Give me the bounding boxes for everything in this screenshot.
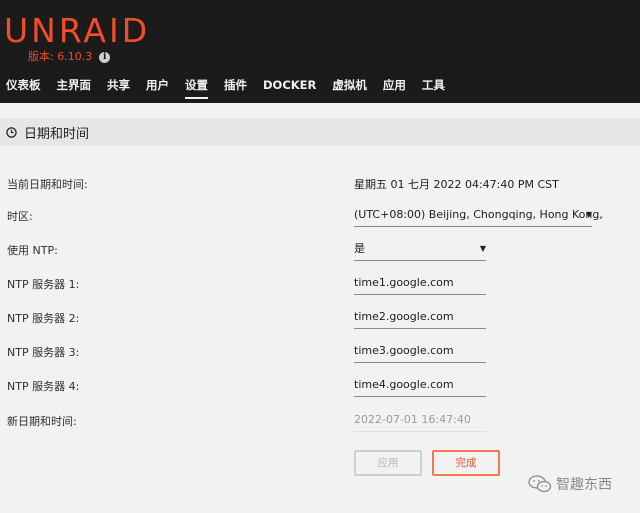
row-timezone: 时区: (UTC+08:00) Beijing, Chongqing, Hong… (0, 205, 640, 227)
clock-icon (6, 126, 17, 138)
ntp-server-2-label: NTP 服务器 2: (7, 312, 80, 325)
current-datetime-value: 星期五 01 七月 2022 04:47:40 PM CST (354, 178, 559, 191)
top-header: UNRAID 版本: 6.10.3 i 仪表板 主界面 共享 用户 设置 插件 … (0, 0, 640, 103)
version-label: 版本: 6.10.3 i (28, 50, 111, 64)
use-ntp-selected-value: 是 (354, 242, 365, 255)
wechat-icon (528, 475, 552, 493)
ntp-server-1-label: NTP 服务器 1: (7, 278, 80, 291)
watermark: 智趣东西 (528, 474, 612, 494)
ntp-server-3-input[interactable]: time3.google.com (354, 341, 486, 363)
use-ntp-select[interactable]: 是 ▼ (354, 239, 486, 261)
new-datetime-label: 新日期和时间: (7, 415, 77, 428)
timezone-label: 时区: (7, 210, 33, 223)
nav-main[interactable]: 主界面 (57, 77, 92, 99)
info-icon[interactable]: i (99, 51, 111, 63)
nav-plugins[interactable]: 插件 (224, 77, 247, 99)
row-ntp-server-3: NTP 服务器 3: time3.google.com (0, 341, 640, 363)
row-ntp-server-4: NTP 服务器 4: time4.google.com (0, 375, 640, 397)
row-use-ntp: 使用 NTP: 是 ▼ (0, 239, 640, 261)
apply-button: 应用 (354, 450, 422, 476)
row-new-datetime: 新日期和时间: 2022-07-01 16:47:40 (0, 410, 640, 432)
done-button[interactable]: 完成 (432, 450, 500, 476)
ntp-server-4-label: NTP 服务器 4: (7, 380, 80, 393)
timezone-selected-value: (UTC+08:00) Beijing, Chongqing, Hong Kon… (354, 208, 603, 221)
row-ntp-server-1: NTP 服务器 1: time1.google.com (0, 273, 640, 295)
row-ntp-server-2: NTP 服务器 2: time2.google.com (0, 307, 640, 329)
dropdown-caret-icon: ▼ (585, 210, 592, 219)
timezone-select[interactable]: (UTC+08:00) Beijing, Chongqing, Hong Kon… (354, 205, 603, 227)
nav-dashboard[interactable]: 仪表板 (6, 77, 41, 99)
watermark-text: 智趣东西 (556, 477, 612, 493)
page-title: 日期和时间 (24, 126, 90, 142)
ntp-server-2-input[interactable]: time2.google.com (354, 307, 486, 329)
dropdown-caret-icon: ▼ (479, 244, 486, 253)
nav-settings[interactable]: 设置 (185, 77, 208, 99)
current-datetime-label: 当前日期和时间: (7, 178, 88, 191)
section-header: 日期和时间 (0, 118, 640, 146)
nav-docker[interactable]: DOCKER (263, 77, 316, 99)
use-ntp-label: 使用 NTP: (7, 244, 58, 257)
ntp-server-4-input[interactable]: time4.google.com (354, 375, 486, 397)
new-datetime-input: 2022-07-01 16:47:40 (354, 410, 486, 432)
main-nav: 仪表板 主界面 共享 用户 设置 插件 DOCKER 虚拟机 应用 工具 (0, 77, 461, 99)
unraid-logo[interactable]: UNRAID (4, 11, 150, 51)
nav-users[interactable]: 用户 (146, 77, 169, 99)
ntp-server-1-input[interactable]: time1.google.com (354, 273, 486, 295)
row-current-datetime: 当前日期和时间: 星期五 01 七月 2022 04:47:40 PM CST (0, 173, 640, 195)
nav-vms[interactable]: 虚拟机 (332, 77, 367, 99)
nav-tools[interactable]: 工具 (422, 77, 445, 99)
nav-apps[interactable]: 应用 (383, 77, 406, 99)
version-text: 版本: 6.10.3 (28, 50, 93, 63)
nav-shares[interactable]: 共享 (107, 77, 130, 99)
ntp-server-3-label: NTP 服务器 3: (7, 346, 80, 359)
